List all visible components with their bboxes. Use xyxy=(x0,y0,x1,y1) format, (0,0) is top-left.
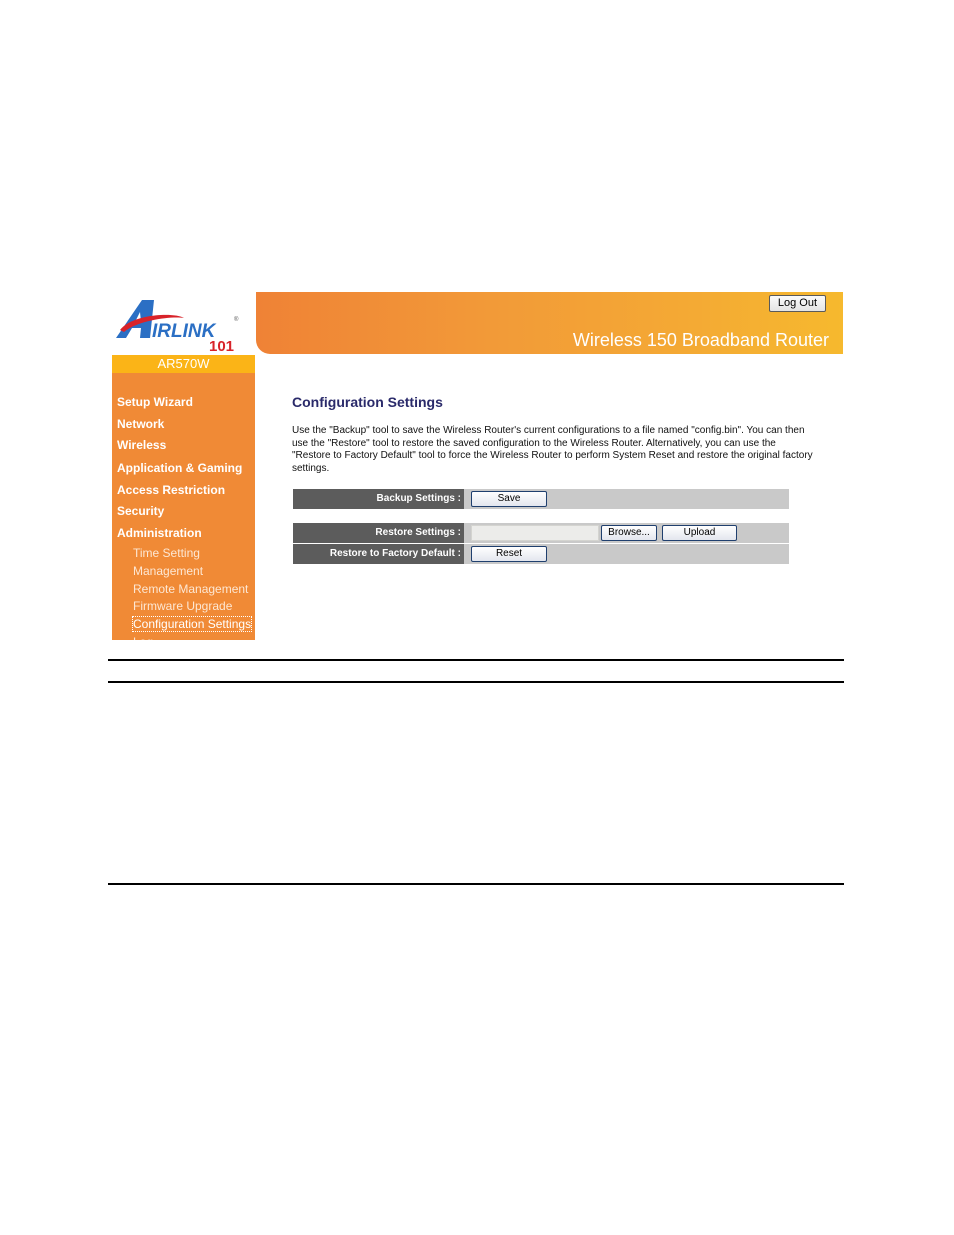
page-title: Configuration Settings xyxy=(292,394,443,410)
restore-settings-row: Restore Settings : Browse... Upload xyxy=(293,523,789,543)
logo-text: IRLINK xyxy=(152,321,217,342)
sidebar-subitem-configuration-settings[interactable]: Configuration Settings xyxy=(131,616,253,632)
sidebar-item-setup-wizard[interactable]: Setup Wizard xyxy=(117,395,193,409)
sidebar-nav: Setup Wizard Network Wireless Applicatio… xyxy=(112,373,255,640)
sidebar-item-access-restriction[interactable]: Access Restriction xyxy=(117,483,225,497)
divider-rule xyxy=(108,659,844,661)
restore-file-input[interactable] xyxy=(471,525,599,541)
airlink-logo-graphic: IRLINK ® 101 xyxy=(116,300,239,355)
sidebar-item-wireless[interactable]: Wireless xyxy=(117,438,166,452)
factory-default-label: Restore to Factory Default : xyxy=(293,544,464,564)
sidebar-item-network[interactable]: Network xyxy=(117,417,164,431)
save-button[interactable]: Save xyxy=(471,491,547,507)
model-name: AR570W xyxy=(112,355,255,373)
logo-101: 101 xyxy=(209,338,234,355)
factory-default-row: Restore to Factory Default : Reset xyxy=(293,544,789,564)
sidebar-item-application-gaming[interactable]: Application & Gaming xyxy=(117,461,242,475)
header-banner: Log Out Wireless 150 Broadband Router xyxy=(256,292,843,354)
sidebar-subitem-log[interactable]: Log xyxy=(133,635,153,640)
sidebar-item-security[interactable]: Security xyxy=(117,504,164,518)
sidebar-subitem-remote-management[interactable]: Remote Management xyxy=(133,582,248,596)
reset-button[interactable]: Reset xyxy=(471,546,547,562)
divider-rule xyxy=(108,681,844,683)
restore-settings-label: Restore Settings : xyxy=(293,523,464,543)
browse-button[interactable]: Browse... xyxy=(601,525,657,541)
logout-button[interactable]: Log Out xyxy=(768,295,826,312)
sidebar-subitem-management[interactable]: Management xyxy=(133,564,203,578)
sidebar-subitem-time-setting[interactable]: Time Setting xyxy=(133,546,200,560)
backup-settings-row: Backup Settings : Save xyxy=(293,489,789,509)
sidebar-item-administration[interactable]: Administration xyxy=(117,526,202,540)
product-title: Wireless 150 Broadband Router xyxy=(572,330,829,350)
page-description: Use the "Backup" tool to save the Wirele… xyxy=(292,425,813,474)
divider-rule xyxy=(108,883,844,885)
registered-mark: ® xyxy=(234,316,239,323)
upload-button[interactable]: Upload xyxy=(662,525,737,541)
airlink-logo: IRLINK ® 101 xyxy=(112,292,255,355)
sidebar-subitem-firmware-upgrade[interactable]: Firmware Upgrade xyxy=(133,599,232,613)
backup-settings-label: Backup Settings : xyxy=(293,489,464,509)
